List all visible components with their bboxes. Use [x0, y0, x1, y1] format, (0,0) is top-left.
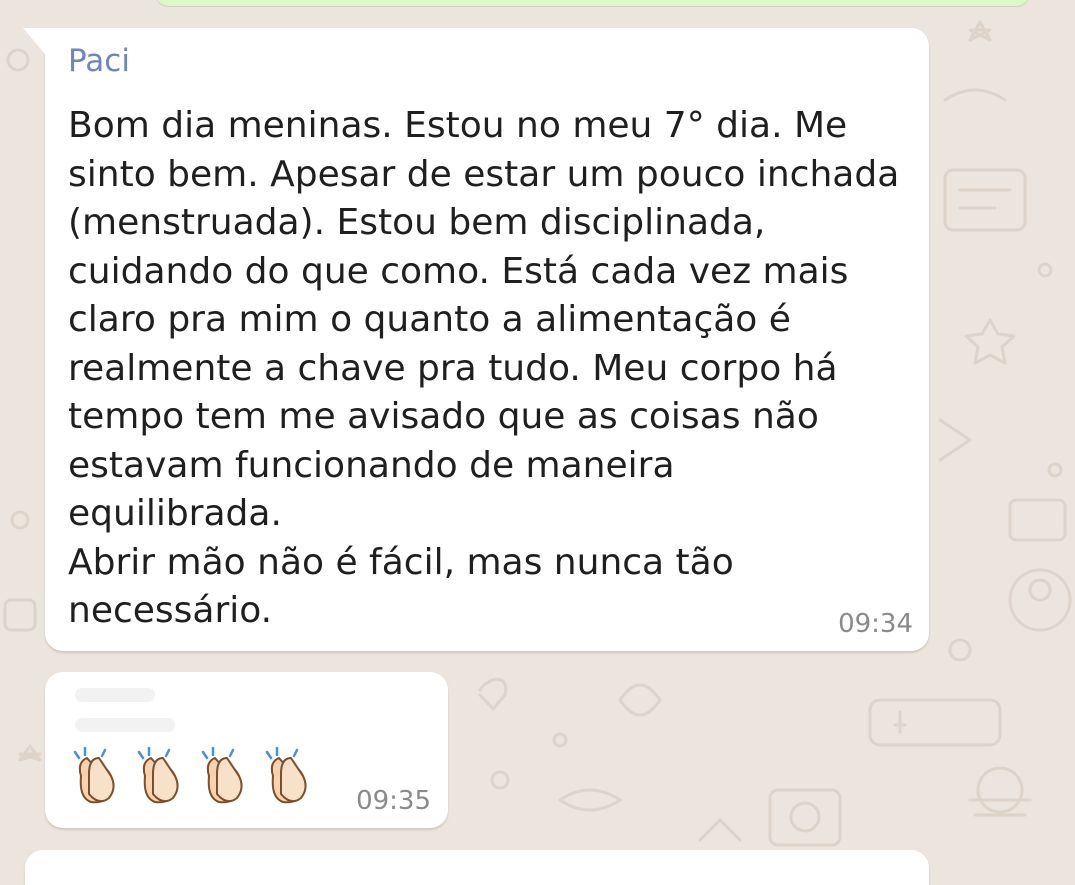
message-bubble[interactable]: Paci Bom dia meninas. Estou no meu 7° di…: [23, 28, 929, 651]
blurred-sender-phone: [75, 718, 175, 732]
sender-name[interactable]: Paci: [68, 42, 130, 80]
previous-outgoing-bubble: [155, 0, 1030, 6]
message-text: Bom dia meninas. Estou no meu 7° dia. Me…: [68, 105, 900, 631]
clapping-hands-icon: [73, 746, 115, 804]
clapping-hands-icon: [137, 746, 179, 804]
clapping-hands-icon: [201, 746, 243, 804]
clapping-hands-icon: [265, 746, 307, 804]
bubble-tail: [23, 28, 45, 54]
blurred-sender-name: [75, 688, 155, 702]
emoji-row: [67, 746, 315, 808]
message-timestamp: 09:35: [356, 786, 431, 816]
message-timestamp: 09:34: [838, 609, 913, 639]
message-bubble[interactable]: [25, 850, 929, 885]
message-bubble[interactable]: 09:35: [45, 672, 448, 828]
